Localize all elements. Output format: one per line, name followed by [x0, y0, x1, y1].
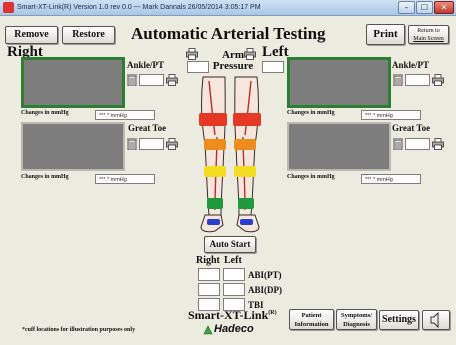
left-changes-field-bottom: ***.* mmHg	[361, 174, 421, 184]
right-arm-printer-icon[interactable]	[186, 48, 198, 60]
arm-pressure-line2: Pressure	[212, 60, 254, 72]
left-changes-label-bottom: Changes in mmHg	[287, 174, 335, 180]
auto-start-button[interactable]: Auto Start	[204, 236, 256, 253]
right-calf-cuff[interactable]	[204, 139, 226, 150]
symptoms-line2: Diagnosis	[343, 321, 370, 328]
hadeco-logo-icon	[203, 325, 213, 335]
right-ankle-label: Ankle/PT	[127, 60, 165, 70]
left-great-toe-label: Great Toe	[392, 123, 431, 133]
right-changes-field-top: ***.* mmHg	[95, 110, 155, 120]
right-changes-value-bottom: ***.*	[99, 177, 110, 183]
left-ankle-pressure-input[interactable]	[405, 74, 430, 86]
abi-dp-left-field	[223, 283, 245, 296]
abi-dp-right-field	[198, 283, 220, 296]
left-ankle-waveform-screen	[287, 57, 391, 108]
left-calf-cuff[interactable]	[234, 139, 256, 150]
right-ankle-trash-icon[interactable]	[127, 73, 137, 86]
print-button[interactable]: Print	[366, 24, 405, 45]
right-ankle-printer-icon[interactable]	[166, 74, 178, 86]
abi-pt-label: ABI(PT)	[248, 270, 282, 280]
page-title: Automatic Arterial Testing	[131, 24, 326, 43]
right-changes-label-bottom: Changes in mmHg	[21, 174, 69, 180]
results-right-header: Right	[196, 255, 220, 266]
arm-pressure-label: Arm Pressure	[211, 50, 255, 72]
speaker-button[interactable]	[422, 310, 450, 330]
left-toe-waveform-screen	[287, 122, 391, 171]
return-label-line2: Main Screen	[413, 36, 444, 42]
company-name: Hadeco	[214, 323, 254, 335]
brand-name: Smart-XT-Link(R)	[188, 308, 277, 323]
legs-cuff-illustration	[200, 76, 260, 233]
patient-info-line2: Information	[294, 321, 329, 328]
symptoms-line1: Symptoms/	[340, 312, 373, 319]
results-left-header: Left	[224, 255, 242, 266]
right-toe-trash-icon[interactable]	[127, 137, 137, 150]
minimize-button[interactable]: –	[398, 1, 415, 14]
left-changes-field-top: ***.* mmHg	[361, 110, 421, 120]
right-toe-printer-icon[interactable]	[166, 138, 178, 150]
maximize-button[interactable]: ☐	[416, 1, 433, 14]
right-great-toe-label: Great Toe	[128, 123, 167, 133]
left-ankle-label: Ankle/PT	[392, 60, 430, 70]
left-changes-value-top: ***.*	[365, 113, 376, 119]
right-ankle-cuff[interactable]	[204, 166, 226, 177]
patient-info-line1: Patient	[301, 312, 322, 319]
left-foot-cuff[interactable]	[238, 198, 254, 209]
right-toe-pressure-input[interactable]	[139, 138, 164, 150]
right-toe-waveform-screen	[21, 122, 125, 171]
cuff-note: *cuff locations for illustration purpose…	[22, 327, 136, 333]
left-ankle-cuff[interactable]	[234, 166, 256, 177]
window-title: Smart-XT-Link(R) Version 1.0 rev 0.0 ---…	[17, 4, 261, 11]
right-changes-field-bottom: ***.* mmHg	[95, 174, 155, 184]
left-unit-top: mmHg	[376, 113, 393, 119]
brand-registered: (R)	[268, 310, 277, 316]
left-toe-trash-icon[interactable]	[393, 137, 403, 150]
left-toe-printer-icon[interactable]	[432, 138, 444, 150]
return-to-main-button[interactable]: Return to Main Screen	[408, 25, 449, 44]
return-label-line1: Return to	[417, 28, 440, 34]
right-unit-top: mmHg	[110, 113, 127, 119]
window-titlebar: Smart-XT-Link(R) Version 1.0 rev 0.0 ---…	[0, 0, 456, 16]
speaker-icon	[430, 311, 439, 329]
left-ankle-printer-icon[interactable]	[432, 74, 444, 86]
right-changes-label-top: Changes in mmHg	[21, 110, 69, 116]
left-changes-value-bottom: ***.*	[365, 177, 376, 183]
remove-button[interactable]: Remove	[5, 26, 58, 44]
left-toe-cuff[interactable]	[240, 219, 253, 225]
brand-text: Smart-XT-Link	[188, 308, 269, 322]
abi-dp-label: ABI(DP)	[248, 285, 282, 295]
right-arm-pressure-input[interactable]	[187, 61, 209, 73]
settings-button[interactable]: Settings	[379, 310, 419, 330]
right-toe-cuff[interactable]	[207, 219, 220, 225]
patient-information-button[interactable]: Patient Information	[289, 309, 334, 330]
right-unit-bottom: mmHg	[110, 177, 127, 183]
abi-pt-right-field	[198, 268, 220, 281]
left-toe-pressure-input[interactable]	[405, 138, 430, 150]
left-changes-label-top: Changes in mmHg	[287, 110, 335, 116]
right-foot-cuff[interactable]	[207, 198, 223, 209]
abi-pt-left-field	[223, 268, 245, 281]
restore-button[interactable]: Restore	[62, 26, 115, 44]
right-thigh-cuff[interactable]	[199, 113, 227, 126]
left-unit-bottom: mmHg	[376, 177, 393, 183]
close-button[interactable]: ✕	[434, 1, 454, 14]
left-arm-pressure-input[interactable]	[262, 61, 284, 73]
left-thigh-cuff[interactable]	[233, 113, 261, 126]
symptoms-diagnosis-button[interactable]: Symptoms/ Diagnosis	[336, 309, 377, 330]
right-ankle-pressure-input[interactable]	[139, 74, 164, 86]
left-ankle-trash-icon[interactable]	[393, 73, 403, 86]
right-changes-value-top: ***.*	[99, 113, 110, 119]
app-icon	[3, 2, 14, 13]
left-side-title: Left	[262, 44, 289, 60]
right-ankle-waveform-screen	[21, 57, 125, 108]
